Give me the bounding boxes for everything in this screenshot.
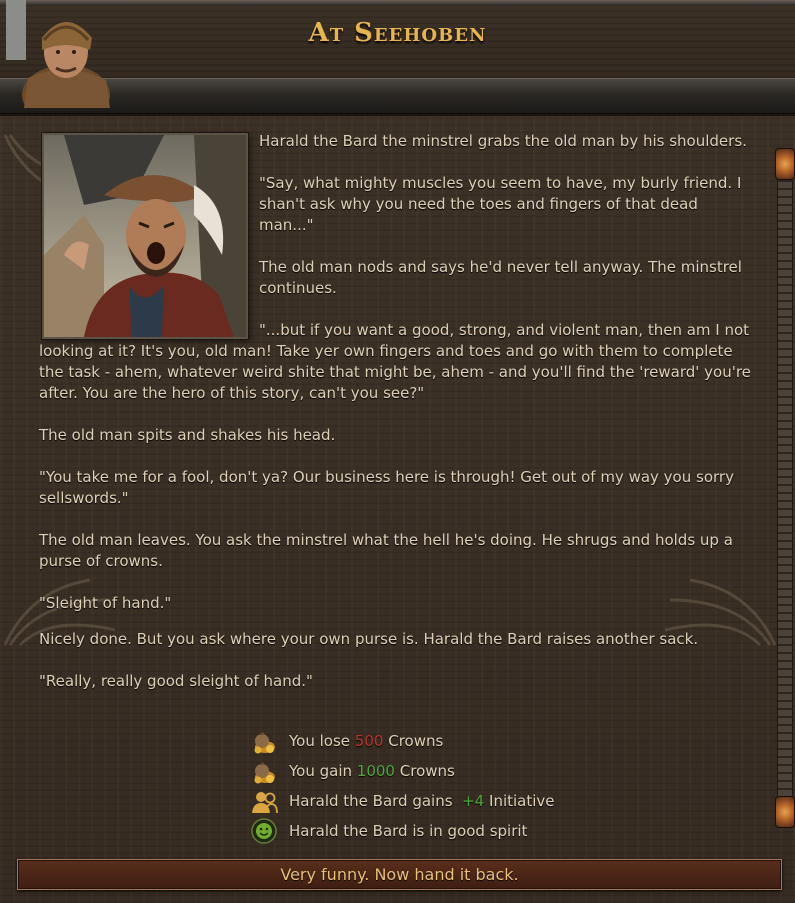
event-story-text: Harald the Bard the minstrel grabs the o…	[39, 131, 757, 692]
character-portrait[interactable]	[6, 0, 116, 108]
event-results-list: You lose 500 Crowns You gain 1000 Crowns…	[250, 726, 670, 846]
result-amount-positive: +4	[462, 792, 485, 810]
initiative-icon	[252, 792, 278, 814]
money-bag-icon	[254, 732, 275, 754]
story-paragraph: The old man leaves. You ask the minstrel…	[39, 531, 733, 570]
event-choice-button[interactable]: Very funny. Now hand it back.	[17, 859, 782, 890]
result-row-initiative: Harald the Bard gains +4 Initiative	[250, 786, 670, 816]
event-title: At Seehoben	[308, 18, 487, 48]
result-row-mood: Harald the Bard is in good spirit	[250, 816, 670, 846]
story-paragraph: Nicely done. But you ask where your own …	[39, 630, 699, 648]
result-text: You lose	[289, 732, 351, 750]
result-text: You gain	[289, 762, 353, 780]
result-row-lose-crowns: You lose 500 Crowns	[250, 726, 670, 756]
scrollbar-up-handle[interactable]	[775, 148, 795, 180]
header-top-rail	[0, 0, 795, 6]
result-amount-positive: 1000	[356, 762, 395, 780]
scrollbar-track[interactable]	[777, 150, 793, 826]
result-text: Crowns	[388, 732, 444, 750]
story-paragraph: The old man spits and shakes his head.	[39, 426, 336, 444]
event-header: At Seehoben	[0, 0, 795, 116]
header-metal-bar	[0, 78, 795, 114]
scrollbar-down-handle[interactable]	[775, 796, 795, 828]
result-text: Harald the Bard gains	[289, 792, 453, 810]
result-row-gain-crowns: You gain 1000 Crowns	[250, 756, 670, 786]
story-paragraph: "You take me for a fool, don't ya? Our b…	[39, 468, 734, 507]
good-mood-icon	[251, 818, 277, 844]
story-paragraph: "Really, really good sleight of hand."	[39, 672, 313, 690]
money-bag-icon	[254, 762, 275, 784]
result-text: Initiative	[489, 792, 555, 810]
result-text: Harald the Bard is in good spirit	[289, 822, 528, 840]
result-text: Crowns	[399, 762, 455, 780]
event-panel: At Seehoben Harald the Bard the minstrel…	[0, 0, 795, 903]
result-amount-negative: 500	[354, 732, 384, 750]
brother-portrait-icon	[6, 0, 110, 108]
story-paragraph: "Sleight of hand."	[39, 594, 172, 612]
